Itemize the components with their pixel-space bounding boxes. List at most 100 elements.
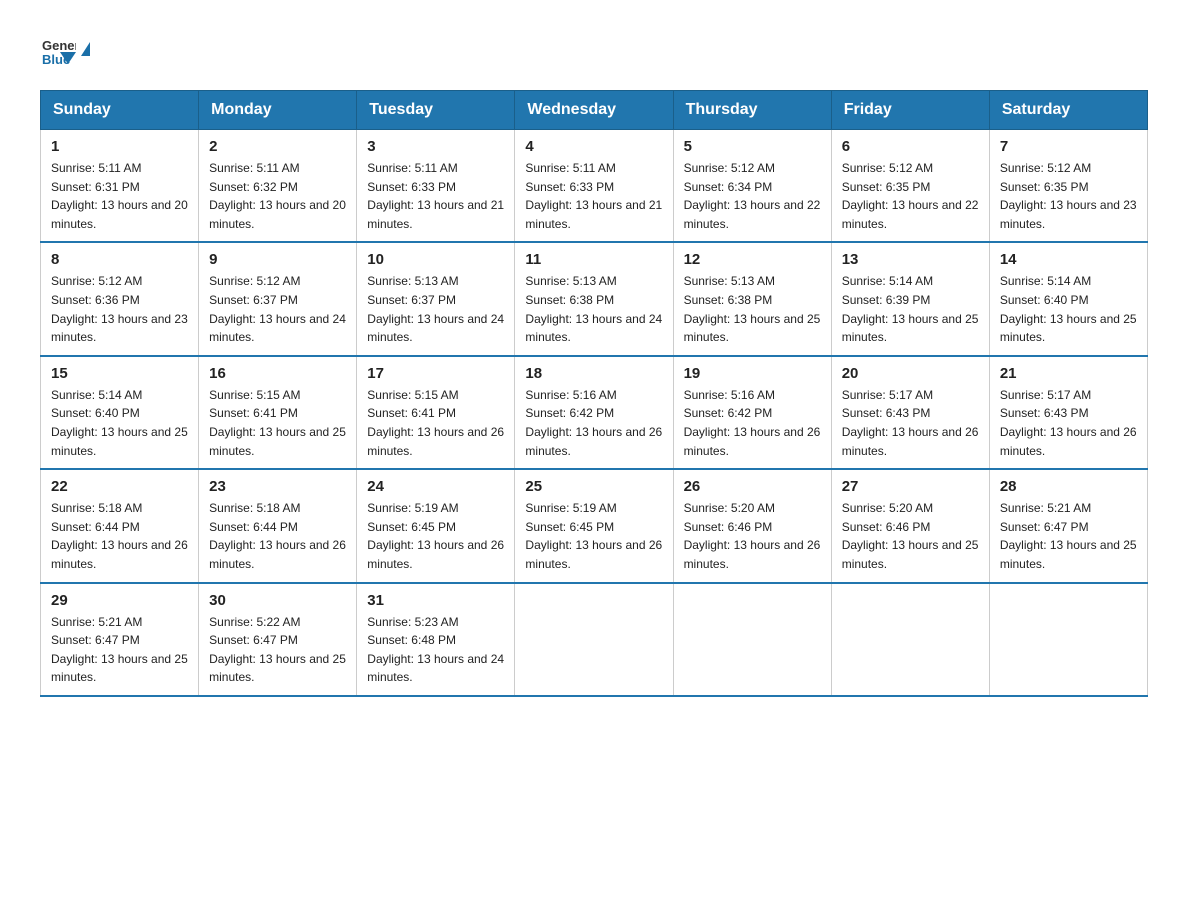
day-number: 30	[209, 592, 346, 609]
day-number: 17	[367, 365, 504, 382]
day-info: Sunrise: 5:22 AM Sunset: 6:47 PM Dayligh…	[209, 613, 346, 687]
day-number: 22	[51, 478, 188, 495]
calendar-cell	[673, 583, 831, 696]
day-number: 2	[209, 138, 346, 155]
calendar-cell: 26 Sunrise: 5:20 AM Sunset: 6:46 PM Dayl…	[673, 469, 831, 582]
calendar-cell: 20 Sunrise: 5:17 AM Sunset: 6:43 PM Dayl…	[831, 356, 989, 469]
logo-icon: General Blue	[40, 30, 76, 66]
calendar-cell: 8 Sunrise: 5:12 AM Sunset: 6:36 PM Dayli…	[41, 242, 199, 355]
day-info: Sunrise: 5:14 AM Sunset: 6:39 PM Dayligh…	[842, 272, 979, 346]
day-info: Sunrise: 5:11 AM Sunset: 6:33 PM Dayligh…	[525, 159, 662, 233]
day-info: Sunrise: 5:15 AM Sunset: 6:41 PM Dayligh…	[367, 386, 504, 460]
day-info: Sunrise: 5:18 AM Sunset: 6:44 PM Dayligh…	[209, 499, 346, 573]
day-info: Sunrise: 5:11 AM Sunset: 6:32 PM Dayligh…	[209, 159, 346, 233]
day-number: 21	[1000, 365, 1137, 382]
day-number: 1	[51, 138, 188, 155]
calendar-cell: 9 Sunrise: 5:12 AM Sunset: 6:37 PM Dayli…	[199, 242, 357, 355]
calendar-cell: 6 Sunrise: 5:12 AM Sunset: 6:35 PM Dayli…	[831, 130, 989, 243]
day-info: Sunrise: 5:18 AM Sunset: 6:44 PM Dayligh…	[51, 499, 188, 573]
day-number: 24	[367, 478, 504, 495]
logo-triangle-icon	[81, 42, 90, 56]
calendar-cell: 19 Sunrise: 5:16 AM Sunset: 6:42 PM Dayl…	[673, 356, 831, 469]
weekday-header-monday: Monday	[199, 91, 357, 130]
calendar-cell	[831, 583, 989, 696]
calendar-cell: 31 Sunrise: 5:23 AM Sunset: 6:48 PM Dayl…	[357, 583, 515, 696]
day-info: Sunrise: 5:23 AM Sunset: 6:48 PM Dayligh…	[367, 613, 504, 687]
day-info: Sunrise: 5:12 AM Sunset: 6:37 PM Dayligh…	[209, 272, 346, 346]
weekday-header-tuesday: Tuesday	[357, 91, 515, 130]
day-info: Sunrise: 5:14 AM Sunset: 6:40 PM Dayligh…	[51, 386, 188, 460]
weekday-header-row: SundayMondayTuesdayWednesdayThursdayFrid…	[41, 91, 1148, 130]
day-number: 15	[51, 365, 188, 382]
day-number: 6	[842, 138, 979, 155]
day-number: 28	[1000, 478, 1137, 495]
day-info: Sunrise: 5:11 AM Sunset: 6:31 PM Dayligh…	[51, 159, 188, 233]
day-info: Sunrise: 5:19 AM Sunset: 6:45 PM Dayligh…	[525, 499, 662, 573]
week-row-5: 29 Sunrise: 5:21 AM Sunset: 6:47 PM Dayl…	[41, 583, 1148, 696]
day-info: Sunrise: 5:12 AM Sunset: 6:36 PM Dayligh…	[51, 272, 188, 346]
calendar-cell: 13 Sunrise: 5:14 AM Sunset: 6:39 PM Dayl…	[831, 242, 989, 355]
day-info: Sunrise: 5:17 AM Sunset: 6:43 PM Dayligh…	[1000, 386, 1137, 460]
week-row-1: 1 Sunrise: 5:11 AM Sunset: 6:31 PM Dayli…	[41, 130, 1148, 243]
calendar-cell: 7 Sunrise: 5:12 AM Sunset: 6:35 PM Dayli…	[989, 130, 1147, 243]
week-row-3: 15 Sunrise: 5:14 AM Sunset: 6:40 PM Dayl…	[41, 356, 1148, 469]
calendar-cell: 22 Sunrise: 5:18 AM Sunset: 6:44 PM Dayl…	[41, 469, 199, 582]
week-row-4: 22 Sunrise: 5:18 AM Sunset: 6:44 PM Dayl…	[41, 469, 1148, 582]
calendar-cell: 25 Sunrise: 5:19 AM Sunset: 6:45 PM Dayl…	[515, 469, 673, 582]
day-info: Sunrise: 5:16 AM Sunset: 6:42 PM Dayligh…	[525, 386, 662, 460]
day-number: 9	[209, 251, 346, 268]
day-info: Sunrise: 5:11 AM Sunset: 6:33 PM Dayligh…	[367, 159, 504, 233]
calendar-cell: 1 Sunrise: 5:11 AM Sunset: 6:31 PM Dayli…	[41, 130, 199, 243]
calendar-cell: 15 Sunrise: 5:14 AM Sunset: 6:40 PM Dayl…	[41, 356, 199, 469]
day-info: Sunrise: 5:13 AM Sunset: 6:38 PM Dayligh…	[684, 272, 821, 346]
calendar-cell: 24 Sunrise: 5:19 AM Sunset: 6:45 PM Dayl…	[357, 469, 515, 582]
day-info: Sunrise: 5:20 AM Sunset: 6:46 PM Dayligh…	[842, 499, 979, 573]
calendar-table: SundayMondayTuesdayWednesdayThursdayFrid…	[40, 90, 1148, 697]
calendar-cell: 23 Sunrise: 5:18 AM Sunset: 6:44 PM Dayl…	[199, 469, 357, 582]
calendar-cell: 28 Sunrise: 5:21 AM Sunset: 6:47 PM Dayl…	[989, 469, 1147, 582]
day-number: 25	[525, 478, 662, 495]
day-number: 29	[51, 592, 188, 609]
day-number: 4	[525, 138, 662, 155]
day-info: Sunrise: 5:14 AM Sunset: 6:40 PM Dayligh…	[1000, 272, 1137, 346]
calendar-cell: 16 Sunrise: 5:15 AM Sunset: 6:41 PM Dayl…	[199, 356, 357, 469]
calendar-cell: 29 Sunrise: 5:21 AM Sunset: 6:47 PM Dayl…	[41, 583, 199, 696]
weekday-header-wednesday: Wednesday	[515, 91, 673, 130]
day-number: 5	[684, 138, 821, 155]
day-number: 19	[684, 365, 821, 382]
svg-text:General: General	[42, 38, 76, 53]
day-number: 23	[209, 478, 346, 495]
day-info: Sunrise: 5:21 AM Sunset: 6:47 PM Dayligh…	[51, 613, 188, 687]
day-number: 3	[367, 138, 504, 155]
calendar-cell: 5 Sunrise: 5:12 AM Sunset: 6:34 PM Dayli…	[673, 130, 831, 243]
calendar-cell	[515, 583, 673, 696]
weekday-header-thursday: Thursday	[673, 91, 831, 130]
day-number: 12	[684, 251, 821, 268]
calendar-cell: 11 Sunrise: 5:13 AM Sunset: 6:38 PM Dayl…	[515, 242, 673, 355]
day-info: Sunrise: 5:20 AM Sunset: 6:46 PM Dayligh…	[684, 499, 821, 573]
day-number: 7	[1000, 138, 1137, 155]
day-info: Sunrise: 5:15 AM Sunset: 6:41 PM Dayligh…	[209, 386, 346, 460]
day-number: 13	[842, 251, 979, 268]
day-number: 26	[684, 478, 821, 495]
calendar-cell: 27 Sunrise: 5:20 AM Sunset: 6:46 PM Dayl…	[831, 469, 989, 582]
calendar-cell: 30 Sunrise: 5:22 AM Sunset: 6:47 PM Dayl…	[199, 583, 357, 696]
day-info: Sunrise: 5:17 AM Sunset: 6:43 PM Dayligh…	[842, 386, 979, 460]
day-info: Sunrise: 5:21 AM Sunset: 6:47 PM Dayligh…	[1000, 499, 1137, 573]
day-number: 31	[367, 592, 504, 609]
header: General Blue	[40, 30, 1148, 66]
calendar-cell: 4 Sunrise: 5:11 AM Sunset: 6:33 PM Dayli…	[515, 130, 673, 243]
day-info: Sunrise: 5:12 AM Sunset: 6:34 PM Dayligh…	[684, 159, 821, 233]
day-number: 20	[842, 365, 979, 382]
day-info: Sunrise: 5:13 AM Sunset: 6:37 PM Dayligh…	[367, 272, 504, 346]
calendar-cell: 18 Sunrise: 5:16 AM Sunset: 6:42 PM Dayl…	[515, 356, 673, 469]
day-info: Sunrise: 5:13 AM Sunset: 6:38 PM Dayligh…	[525, 272, 662, 346]
calendar-cell: 12 Sunrise: 5:13 AM Sunset: 6:38 PM Dayl…	[673, 242, 831, 355]
day-number: 8	[51, 251, 188, 268]
day-number: 27	[842, 478, 979, 495]
calendar-cell	[989, 583, 1147, 696]
day-number: 16	[209, 365, 346, 382]
day-number: 14	[1000, 251, 1137, 268]
day-info: Sunrise: 5:19 AM Sunset: 6:45 PM Dayligh…	[367, 499, 504, 573]
week-row-2: 8 Sunrise: 5:12 AM Sunset: 6:36 PM Dayli…	[41, 242, 1148, 355]
